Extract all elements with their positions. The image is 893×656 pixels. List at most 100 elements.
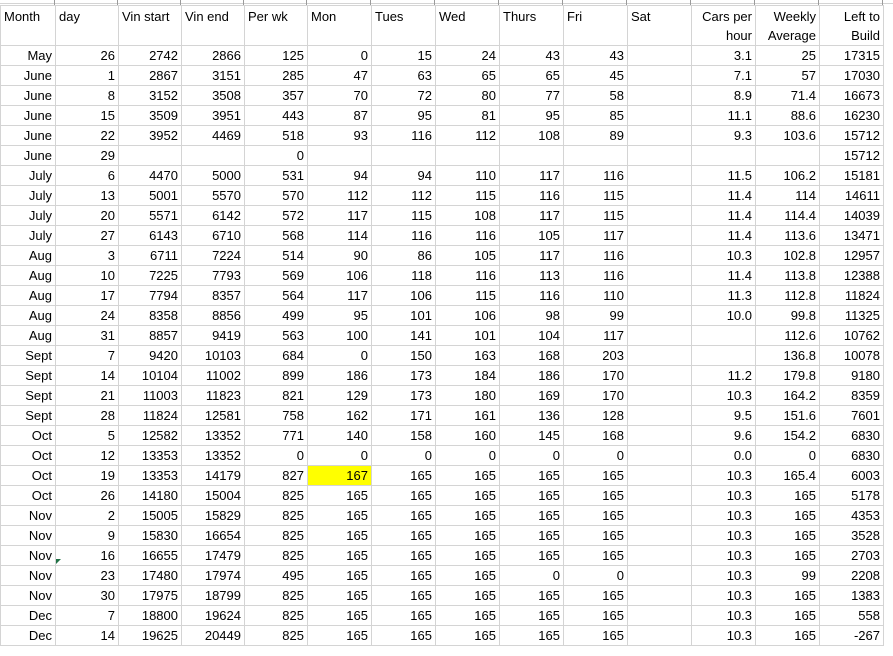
cell-fri[interactable]: 89	[563, 125, 628, 146]
cell-thurs[interactable]	[499, 145, 564, 166]
cell-tues[interactable]: 141	[371, 325, 436, 346]
cell-per-wk[interactable]: 825	[244, 545, 308, 566]
cell-vin-start[interactable]: 12582	[118, 425, 182, 446]
cell-wed[interactable]: 161	[435, 405, 500, 426]
cell-sat[interactable]	[627, 465, 692, 486]
cell-left-to-build[interactable]: 11824	[819, 285, 884, 306]
cell-wed[interactable]: 116	[435, 225, 500, 246]
cell-month[interactable]: Nov	[0, 565, 56, 586]
cell-per-wk[interactable]: 563	[244, 325, 308, 346]
cell-day[interactable]: 17	[55, 285, 119, 306]
cell-left-to-build[interactable]: 5178	[819, 485, 884, 506]
cell-left-to-build[interactable]: 14611	[819, 185, 884, 206]
cell-weekly-average[interactable]: 103.6	[755, 125, 820, 146]
cell-cars-per-hour[interactable]: 11.1	[691, 105, 756, 126]
cell-wed[interactable]: 106	[435, 305, 500, 326]
cell-left-to-build[interactable]: 17030	[819, 65, 884, 86]
cell-left-to-build[interactable]: 7601	[819, 405, 884, 426]
cell-vin-start[interactable]: 6711	[118, 245, 182, 266]
cell-cars-per-hour[interactable]: 11.2	[691, 365, 756, 386]
cell-mon[interactable]: 70	[307, 85, 372, 106]
header-cell-cars-per-hour[interactable]: Cars per hour	[691, 5, 756, 46]
cell-vin-end[interactable]: 6142	[181, 205, 245, 226]
cell-fri[interactable]: 117	[563, 225, 628, 246]
cell-cars-per-hour[interactable]: 10.3	[691, 485, 756, 506]
cell-cars-per-hour[interactable]: 8.9	[691, 85, 756, 106]
cell-mon[interactable]: 167	[307, 465, 372, 486]
cell-tues[interactable]: 72	[371, 85, 436, 106]
cell-day[interactable]: 7	[55, 345, 119, 366]
cell-wed[interactable]: 165	[435, 525, 500, 546]
cell-month[interactable]: Aug	[0, 245, 56, 266]
cell-per-wk[interactable]: 514	[244, 245, 308, 266]
header-cell-day[interactable]: day	[55, 5, 119, 46]
cell-fri[interactable]	[563, 145, 628, 166]
header-cell-vin-start[interactable]: Vin start	[118, 5, 182, 46]
cell-vin-end[interactable]: 8357	[181, 285, 245, 306]
cell-fri[interactable]: 165	[563, 625, 628, 646]
cell-tues[interactable]: 116	[371, 225, 436, 246]
cell-mon[interactable]: 165	[307, 525, 372, 546]
cell-month[interactable]: Aug	[0, 285, 56, 306]
cell-fri[interactable]: 115	[563, 205, 628, 226]
cell-tues[interactable]: 150	[371, 345, 436, 366]
cell-fri[interactable]: 165	[563, 605, 628, 626]
cell-vin-end[interactable]: 3508	[181, 85, 245, 106]
cell-vin-start[interactable]: 2742	[118, 45, 182, 66]
cell-sat[interactable]	[627, 45, 692, 66]
cell-weekly-average[interactable]: 57	[755, 65, 820, 86]
cell-per-wk[interactable]: 531	[244, 165, 308, 186]
cell-per-wk[interactable]: 568	[244, 225, 308, 246]
cell-wed[interactable]: 165	[435, 545, 500, 566]
cell-mon[interactable]: 165	[307, 565, 372, 586]
cell-cars-per-hour[interactable]: 11.3	[691, 285, 756, 306]
cell-weekly-average[interactable]: 112.8	[755, 285, 820, 306]
cell-cars-per-hour[interactable]: 11.4	[691, 225, 756, 246]
cell-month[interactable]: July	[0, 165, 56, 186]
cell-vin-start[interactable]: 8358	[118, 305, 182, 326]
cell-day[interactable]: 22	[55, 125, 119, 146]
cell-day[interactable]: 15	[55, 105, 119, 126]
cell-vin-end[interactable]: 15004	[181, 485, 245, 506]
cell-vin-start[interactable]: 2867	[118, 65, 182, 86]
cell-month[interactable]: Dec	[0, 625, 56, 646]
cell-wed[interactable]: 165	[435, 485, 500, 506]
cell-weekly-average[interactable]: 165	[755, 625, 820, 646]
cell-tues[interactable]: 165	[371, 585, 436, 606]
cell-tues[interactable]: 165	[371, 505, 436, 526]
cell-cars-per-hour[interactable]: 0.0	[691, 445, 756, 466]
header-cell-weekly-average[interactable]: Weekly Average	[755, 5, 820, 46]
cell-day[interactable]: 5	[55, 425, 119, 446]
cell-left-to-build[interactable]: 10078	[819, 345, 884, 366]
cell-vin-start[interactable]: 5001	[118, 185, 182, 206]
cell-mon[interactable]: 114	[307, 225, 372, 246]
cell-cars-per-hour[interactable]: 10.3	[691, 465, 756, 486]
cell-sat[interactable]	[627, 585, 692, 606]
cell-wed[interactable]: 184	[435, 365, 500, 386]
cell-vin-end[interactable]: 13352	[181, 445, 245, 466]
cell-per-wk[interactable]: 825	[244, 505, 308, 526]
cell-weekly-average[interactable]: 165	[755, 485, 820, 506]
cell-wed[interactable]: 110	[435, 165, 500, 186]
cell-day[interactable]: 30	[55, 585, 119, 606]
cell-tues[interactable]: 171	[371, 405, 436, 426]
cell-wed[interactable]: 105	[435, 245, 500, 266]
cell-tues[interactable]: 95	[371, 105, 436, 126]
cell-vin-start[interactable]: 3952	[118, 125, 182, 146]
cell-left-to-build[interactable]: 10762	[819, 325, 884, 346]
cell-month[interactable]: Oct	[0, 445, 56, 466]
cell-mon[interactable]: 93	[307, 125, 372, 146]
cell-sat[interactable]	[627, 325, 692, 346]
cell-vin-end[interactable]: 7224	[181, 245, 245, 266]
cell-left-to-build[interactable]: 15712	[819, 125, 884, 146]
cell-tues[interactable]: 165	[371, 625, 436, 646]
cell-vin-start[interactable]	[118, 145, 182, 166]
cell-cars-per-hour[interactable]: 10.3	[691, 245, 756, 266]
cell-mon[interactable]: 100	[307, 325, 372, 346]
cell-thurs[interactable]: 0	[499, 565, 564, 586]
cell-vin-end[interactable]: 10103	[181, 345, 245, 366]
cell-per-wk[interactable]: 825	[244, 525, 308, 546]
header-cell-left-to-build[interactable]: Left to Build	[819, 5, 884, 46]
cell-sat[interactable]	[627, 145, 692, 166]
cell-cars-per-hour[interactable]: 11.4	[691, 185, 756, 206]
